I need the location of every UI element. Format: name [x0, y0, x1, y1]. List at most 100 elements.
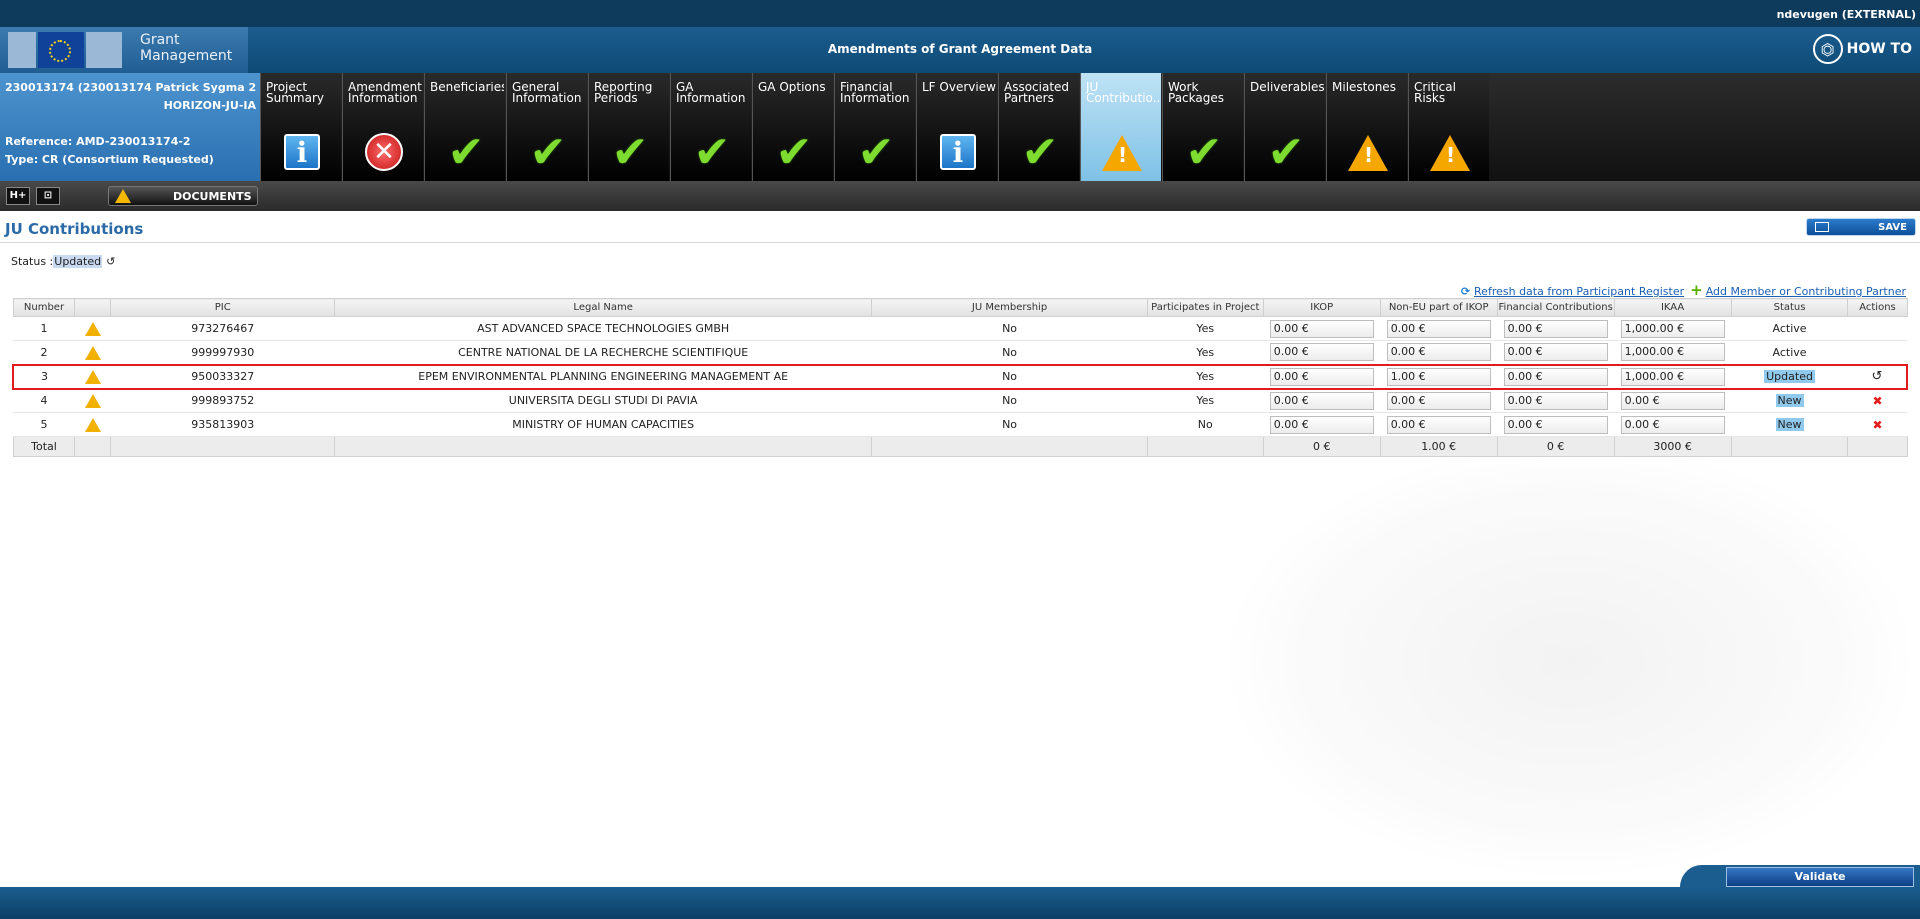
table-cell: 4: [13, 388, 75, 413]
tab-reporting-periods[interactable]: Reporting Periods ✔: [588, 73, 669, 181]
amount-cell: 0.00 €: [1497, 340, 1615, 365]
noneu-input[interactable]: 1.00 €: [1386, 367, 1491, 386]
background-watermark: [1220, 441, 1920, 881]
tab-work-packages[interactable]: Work Packages ✔: [1162, 73, 1243, 181]
tab-label: JU Contributio...: [1086, 82, 1160, 105]
exit-button[interactable]: ⊡: [36, 187, 60, 205]
ikop-input[interactable]: 0.00 €: [1269, 343, 1374, 362]
warning-icon: !: [1348, 135, 1388, 171]
fin-input[interactable]: 0.00 €: [1503, 391, 1608, 410]
ikop-input[interactable]: 0.00 €: [1269, 319, 1374, 338]
project-info: 230013174 (230013174 Patrick Sygma 22.2.…: [0, 73, 260, 181]
tab-associated-partners[interactable]: Associated Partners ✔: [998, 73, 1079, 181]
table-cell: No: [871, 316, 1148, 341]
home-button[interactable]: H+: [6, 187, 30, 205]
action-links: ⟳ Refresh data from Participant Register +…: [1461, 281, 1906, 299]
table-cell: 999893752: [110, 388, 335, 413]
table-row[interactable]: 2 999997930 CENTRE NATIONAL DE LA RECHERCH…: [13, 340, 1907, 365]
refresh-link[interactable]: Refresh data from Participant Register: [1474, 285, 1684, 298]
undo-icon[interactable]: ↺: [106, 255, 115, 268]
documents-button[interactable]: DOCUMENTS: [108, 186, 258, 206]
tab-amendment-information[interactable]: Amendment Information ✕: [342, 73, 423, 181]
table-row[interactable]: 3 950033327 EPEM ENVIRONMENTAL PLANNING EN…: [12, 363, 1909, 390]
amount-cell: 0.00 €: [1263, 412, 1381, 437]
validate-button[interactable]: Validate: [1726, 867, 1914, 887]
ikop-input[interactable]: 0.00 €: [1269, 415, 1374, 434]
column-header[interactable]: Number: [12, 298, 76, 317]
fin-input[interactable]: 0.00 €: [1503, 367, 1608, 386]
table-cell: 5: [13, 412, 75, 437]
navigation-tabs: 230013174 (230013174 Patrick Sygma 22.2.…: [0, 73, 1920, 181]
column-header: IKAA: [1613, 298, 1732, 317]
project-reference: Reference: AMD-230013174-2: [5, 135, 191, 148]
fin-input[interactable]: 0.00 €: [1503, 319, 1608, 338]
tab-beneficiaries[interactable]: Beneficiaries ✔: [424, 73, 505, 181]
tab-critical-risks[interactable]: Critical Risks!: [1408, 73, 1489, 181]
tab-project-summary[interactable]: Project Summary i: [260, 73, 341, 181]
add-icon[interactable]: +: [1690, 281, 1703, 299]
tab-ga-information[interactable]: GA Information ✔: [670, 73, 751, 181]
check-icon: ✔: [1267, 126, 1305, 178]
check-icon: ✔: [1185, 126, 1223, 178]
status-cell: Active: [1731, 340, 1848, 365]
user-name: ndevugen (EXTERNAL): [1776, 8, 1916, 21]
tab-financial-information[interactable]: Financial Information ✔: [834, 73, 915, 181]
toolbar: H+ ⊡ DOCUMENTS: [0, 181, 1920, 211]
tab-ju-contributio[interactable]: JU Contributio...!: [1080, 73, 1161, 181]
tab-label: General Information: [512, 82, 582, 105]
add-partner-link[interactable]: Add Member or Contributing Partner: [1706, 285, 1906, 298]
column-header: Non-EU part of IKOP: [1379, 298, 1498, 317]
tab-general-information[interactable]: General Information ✔: [506, 73, 587, 181]
fin-input[interactable]: 0.00 €: [1503, 415, 1608, 434]
documents-label: DOCUMENTS: [173, 190, 252, 203]
noneu-input[interactable]: 0.00 €: [1386, 319, 1491, 338]
tab-label: Project Summary: [266, 82, 324, 105]
warning-mark: !: [1118, 143, 1128, 167]
table-cell: MINISTRY OF HUMAN CAPACITIES: [334, 412, 872, 437]
warning-mark: !: [1364, 143, 1374, 167]
fin-input[interactable]: 0.00 €: [1503, 343, 1608, 362]
amount-cell: 1,000.00 €: [1614, 363, 1732, 390]
delete-icon[interactable]: ✖: [1872, 394, 1882, 408]
amount-cell: 0.00 €: [1263, 340, 1381, 365]
ikaa-input[interactable]: 1,000.00 €: [1620, 319, 1725, 338]
tab-deliverables[interactable]: Deliverables ✔: [1244, 73, 1325, 181]
tab-milestones[interactable]: Milestones!: [1326, 73, 1407, 181]
noneu-input[interactable]: 0.00 €: [1386, 415, 1491, 434]
table-cell: 950033327: [110, 363, 335, 390]
amount-cell: 1,000.00 €: [1614, 340, 1732, 365]
table-row[interactable]: 4 999893752 UNIVERSITA DEGLI STUDI DI PAVI…: [13, 388, 1907, 413]
warning-cell: [74, 340, 111, 365]
ikaa-input[interactable]: 0.00 €: [1620, 391, 1725, 410]
table-cell: Yes: [1147, 340, 1264, 365]
tab-label: Work Packages: [1168, 82, 1224, 105]
table-row[interactable]: 1 973276467 AST ADVANCED SPACE TECHNOLOGIE…: [13, 316, 1907, 341]
undo-icon[interactable]: ↺: [1872, 369, 1883, 384]
ikop-input[interactable]: 0.00 €: [1269, 367, 1374, 386]
how-to-button[interactable]: ⏣ HOW TO: [1812, 32, 1912, 66]
refresh-icon[interactable]: ⟳: [1461, 285, 1470, 298]
footer: Validate: [0, 865, 1920, 919]
table-cell: No: [871, 340, 1148, 365]
table-cell: No: [871, 363, 1148, 390]
ikaa-input[interactable]: 0.00 €: [1620, 415, 1725, 434]
warning-cell: [74, 412, 111, 437]
noneu-input[interactable]: 0.00 €: [1386, 343, 1491, 362]
empty-cell: [1730, 436, 1849, 457]
check-icon: ✔: [857, 126, 895, 178]
table-cell: 1: [13, 316, 75, 341]
tab-ga-options[interactable]: GA Options ✔: [752, 73, 833, 181]
ikaa-input[interactable]: 1,000.00 €: [1620, 367, 1725, 386]
delete-icon[interactable]: ✖: [1872, 418, 1882, 432]
save-button[interactable]: SAVE: [1806, 218, 1916, 236]
table-row[interactable]: 5 935813903 MINISTRY OF HUMAN CAPACITIES No…: [13, 412, 1907, 437]
noneu-input[interactable]: 0.00 €: [1386, 391, 1491, 410]
table-header: Number PIC Legal Name JU Membership Particip…: [12, 298, 1908, 317]
ikaa-input[interactable]: 1,000.00 €: [1620, 343, 1725, 362]
tab-label: Associated Partners: [1004, 82, 1070, 105]
tab-lf-overview[interactable]: LF Overview i: [916, 73, 997, 181]
column-header: Actions: [1847, 298, 1908, 317]
section-title: JU Contributions: [5, 220, 144, 238]
page-title: Amendments of Grant Agreement Data: [827, 42, 1093, 56]
ikop-input[interactable]: 0.00 €: [1269, 391, 1374, 410]
